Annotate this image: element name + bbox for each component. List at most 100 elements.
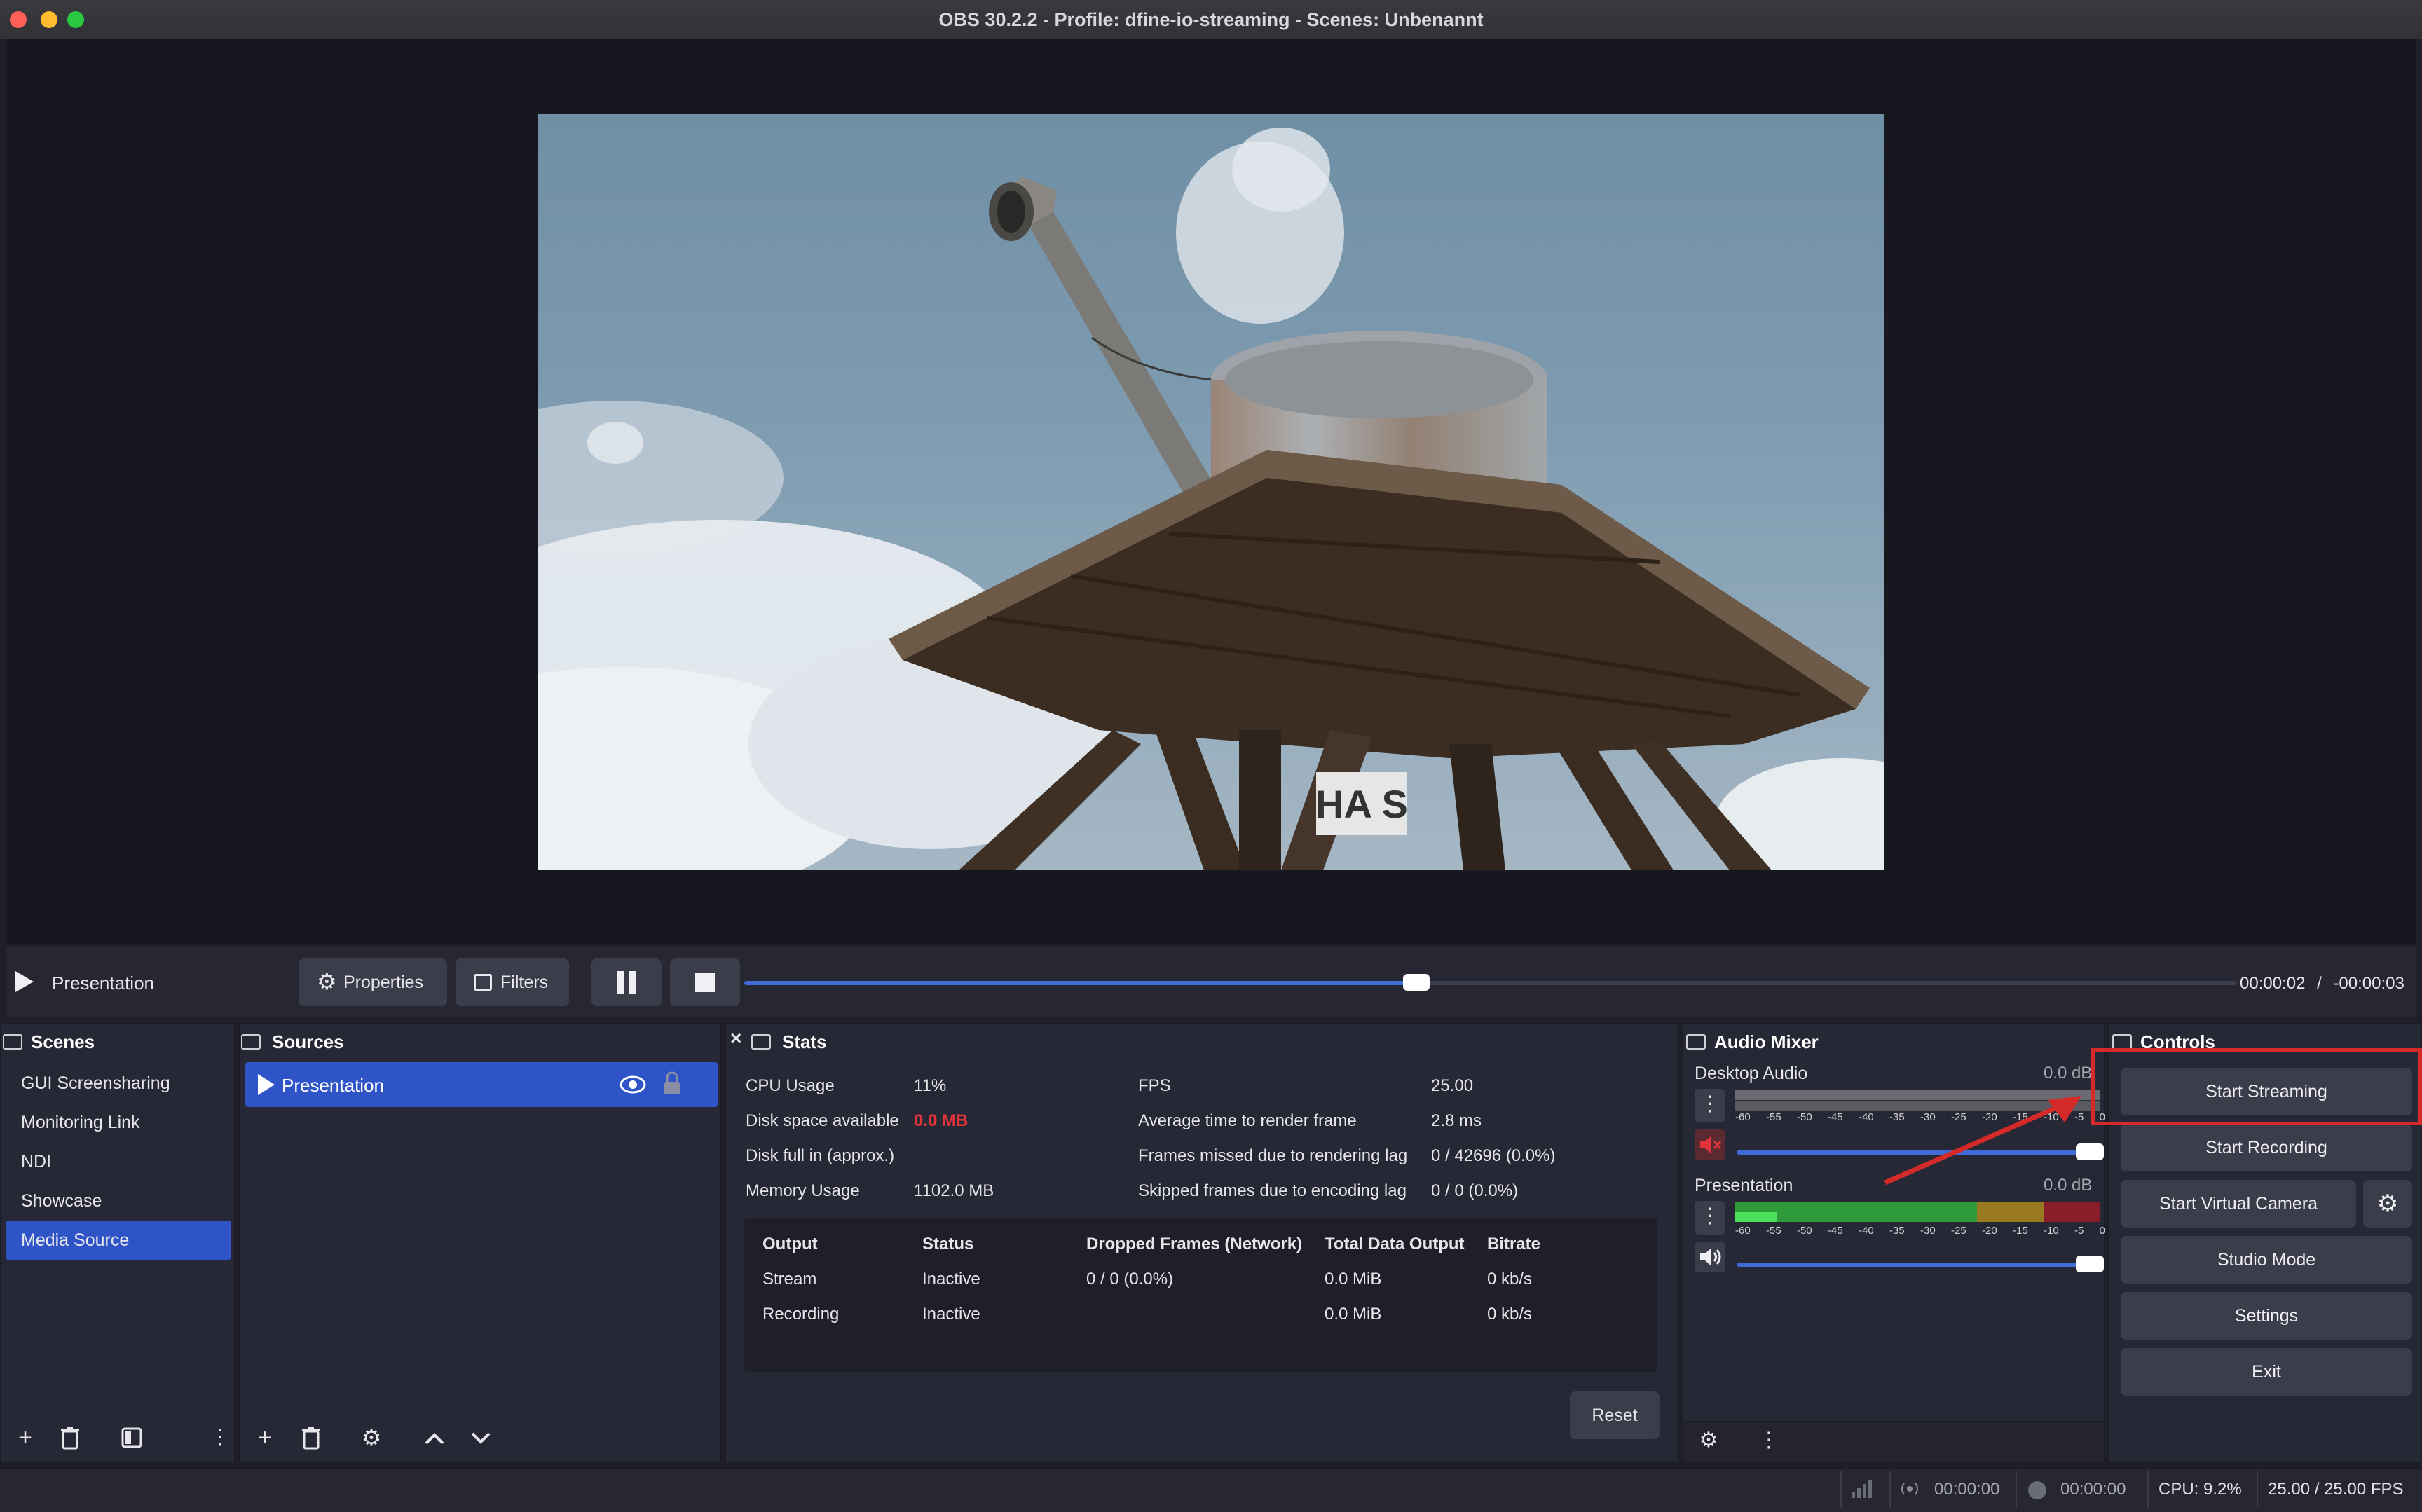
stat-value: 0 / 0 (0.0%) xyxy=(1431,1181,1519,1200)
stat-value: 11% xyxy=(914,1076,947,1095)
advanced-audio-gear-icon[interactable]: ⚙ xyxy=(1693,1425,1724,1456)
chevron-up-icon[interactable] xyxy=(419,1422,450,1453)
reset-button[interactable]: Reset xyxy=(1570,1391,1660,1439)
close-icon[interactable]: × xyxy=(730,1027,741,1050)
stop-button[interactable] xyxy=(670,958,740,1006)
scene-item-selected[interactable]: Media Source xyxy=(6,1221,231,1260)
filters-label: Filters xyxy=(500,973,549,992)
chevron-down-icon[interactable] xyxy=(465,1422,496,1453)
table-header: Dropped Frames (Network) xyxy=(1086,1235,1303,1253)
more-options-icon[interactable]: ⋮ xyxy=(1753,1425,1784,1456)
volume-slider-handle[interactable] xyxy=(2076,1256,2104,1272)
trash-icon[interactable] xyxy=(296,1422,327,1453)
play-icon[interactable] xyxy=(15,971,34,992)
gear-icon[interactable]: ⚙ xyxy=(356,1422,387,1453)
table-header: Total Data Output xyxy=(1325,1235,1465,1253)
output-stats-table: Output Status Dropped Frames (Network) T… xyxy=(744,1218,1657,1372)
scene-item[interactable]: GUI Screensharing xyxy=(6,1064,231,1103)
record-indicator-icon xyxy=(2028,1481,2046,1499)
virtual-camera-gear-icon[interactable]: ⚙ xyxy=(2363,1180,2412,1228)
water-tower-image: HA S xyxy=(538,128,1884,870)
stats-dock: × Stats CPU Usage 11% Disk space availab… xyxy=(725,1023,1679,1463)
stat-label: CPU Usage xyxy=(746,1076,835,1095)
meter-ticks: -60 -55 -50 -45 -40 -35 -30 -25 -20 -15 -10 -5 0 xyxy=(1735,1225,2105,1237)
add-source-icon[interactable]: + xyxy=(249,1422,280,1453)
table-cell: 0 / 0 (0.0%) xyxy=(1086,1270,1174,1288)
sources-dock: Sources Presentation + ⚙ xyxy=(238,1023,722,1463)
studio-mode-button[interactable]: Studio Mode xyxy=(2121,1236,2412,1284)
gear-icon: ⚙ xyxy=(317,969,337,994)
network-signal-icon xyxy=(1852,1480,1872,1498)
stream-broadcast-icon xyxy=(1901,1483,1918,1495)
add-scene-icon[interactable]: + xyxy=(10,1422,41,1453)
highlight-annotation-box xyxy=(2091,1048,2422,1125)
stat-label: Disk space available xyxy=(746,1111,899,1130)
more-options-icon[interactable]: ⋮ xyxy=(205,1422,235,1453)
dock-float-icon[interactable] xyxy=(1686,1034,1706,1050)
window-title: OBS 30.2.2 - Profile: dfine-io-streaming… xyxy=(938,9,1484,30)
stream-timer: 00:00:00 xyxy=(1934,1480,2000,1499)
lock-icon[interactable] xyxy=(662,1071,683,1097)
audio-mixer-title: Audio Mixer xyxy=(1714,1031,1819,1052)
eye-icon[interactable] xyxy=(620,1075,646,1094)
start-virtual-camera-button[interactable]: Start Virtual Camera xyxy=(2121,1180,2356,1228)
table-header: Output xyxy=(762,1235,818,1253)
stat-value-warning: 0.0 MB xyxy=(914,1111,969,1130)
sources-title: Sources xyxy=(272,1031,344,1052)
stat-label: Disk full in (approx.) xyxy=(746,1146,895,1165)
scene-item[interactable]: NDI xyxy=(6,1142,231,1181)
tower-sign-text: HA S xyxy=(1315,782,1408,826)
remaining-time: -00:00:03 xyxy=(2333,974,2404,993)
elapsed-time: 00:00:02 xyxy=(2240,974,2306,993)
stop-icon xyxy=(695,973,715,992)
seek-bar-fill xyxy=(744,981,1416,985)
scene-item[interactable]: Monitoring Link xyxy=(6,1103,231,1142)
pause-button[interactable] xyxy=(591,958,662,1006)
media-source-play-icon xyxy=(258,1074,275,1095)
pause-icon xyxy=(617,971,624,994)
scenes-dock: Scenes GUI Screensharing Monitoring Link… xyxy=(0,1023,235,1463)
trash-icon[interactable] xyxy=(55,1422,85,1453)
settings-button[interactable]: Settings xyxy=(2121,1292,2412,1340)
red-arrow-annotation xyxy=(1884,1096,2081,1185)
dock-float-icon[interactable] xyxy=(241,1034,261,1050)
source-item-selected[interactable]: Presentation xyxy=(245,1062,718,1107)
speaker-icon[interactable] xyxy=(1695,1242,1725,1272)
muted-speaker-icon[interactable] xyxy=(1695,1129,1725,1160)
stat-value: 2.8 ms xyxy=(1431,1111,1482,1130)
table-cell: Inactive xyxy=(922,1305,980,1324)
channel-name: Desktop Audio xyxy=(1695,1064,1808,1083)
dock-float-icon[interactable] xyxy=(3,1034,22,1050)
properties-label: Properties xyxy=(343,973,423,992)
filters-button[interactable]: Filters xyxy=(456,958,569,1006)
scene-item[interactable]: Showcase xyxy=(6,1181,231,1221)
media-source-name: Presentation xyxy=(52,973,154,994)
seek-bar-handle[interactable] xyxy=(1402,974,1430,991)
channel-options-icon[interactable]: ⋮ xyxy=(1695,1089,1725,1122)
table-cell: 0 kb/s xyxy=(1487,1270,1533,1288)
volume-meter xyxy=(1735,1202,2100,1222)
dock-float-icon[interactable] xyxy=(2112,1034,2132,1050)
stat-value: 0 / 42696 (0.0%) xyxy=(1431,1146,1556,1165)
scene-filters-icon[interactable] xyxy=(116,1422,147,1453)
volume-slider[interactable] xyxy=(1737,1263,2094,1267)
channel-options-icon[interactable]: ⋮ xyxy=(1695,1201,1725,1235)
start-recording-button[interactable]: Start Recording xyxy=(2121,1124,2412,1171)
channel-name: Presentation xyxy=(1695,1176,1793,1195)
exit-button[interactable]: Exit xyxy=(2121,1348,2412,1396)
stat-label: Skipped frames due to encoding lag xyxy=(1138,1181,1407,1200)
source-item-label: Presentation xyxy=(282,1075,384,1096)
table-cell: Inactive xyxy=(922,1270,980,1288)
table-cell: 0 kb/s xyxy=(1487,1305,1533,1324)
filters-icon xyxy=(474,974,492,991)
table-header: Status xyxy=(922,1235,974,1253)
time-separator: / xyxy=(2317,974,2322,993)
properties-button[interactable]: ⚙ Properties xyxy=(299,958,447,1006)
video-preview: HA S xyxy=(538,114,1884,870)
cpu-usage: CPU: 9.2% xyxy=(2158,1480,2242,1499)
stat-label: FPS xyxy=(1138,1076,1171,1095)
dock-float-icon[interactable] xyxy=(751,1034,771,1050)
table-cell: Stream xyxy=(762,1270,817,1288)
stats-title: Stats xyxy=(782,1031,827,1052)
fps-readout: 25.00 / 25.00 FPS xyxy=(2268,1480,2404,1499)
